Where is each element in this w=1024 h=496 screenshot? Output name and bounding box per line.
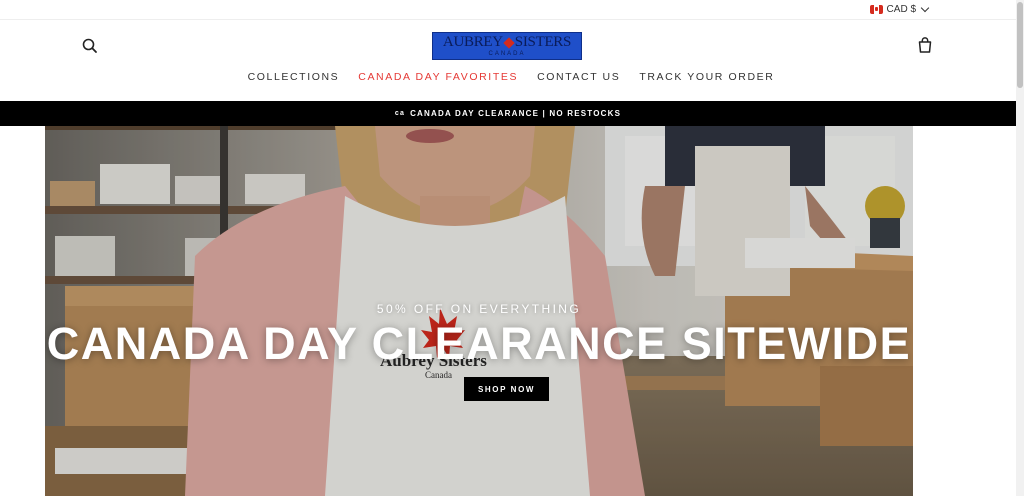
currency-selector[interactable]: CAD $ bbox=[869, 3, 930, 15]
currency-label: CAD $ bbox=[886, 4, 916, 15]
hero-eyebrow: 50% OFF ON EVERYTHING bbox=[376, 302, 582, 316]
announcement-bar[interactable]: ca CANADA DAY CLEARANCE | NO RESTOCKS bbox=[0, 101, 1016, 126]
nav-canada-day-favorites[interactable]: CANADA DAY FAVORITES bbox=[358, 71, 518, 83]
logo-word-left: AUBREY bbox=[442, 34, 503, 50]
main-navigation: COLLECTIONS CANADA DAY FAVORITES CONTACT… bbox=[0, 71, 1016, 83]
shop-now-button[interactable]: SHOP NOW bbox=[464, 377, 549, 401]
logo-word-right: SISTERS bbox=[514, 34, 572, 50]
cart-icon bbox=[918, 37, 932, 53]
page-scrollbar[interactable] bbox=[1016, 0, 1024, 496]
nav-collections[interactable]: COLLECTIONS bbox=[248, 71, 340, 83]
hero-content: 50% OFF ON EVERYTHING CANADA DAY CLEARAN… bbox=[45, 126, 913, 496]
maple-leaf-icon bbox=[503, 36, 515, 49]
hero-headline: CANADA DAY CLEARANCE SITEWIDE bbox=[46, 318, 912, 369]
logo-subtitle: CANADA bbox=[488, 51, 526, 57]
cart-button[interactable] bbox=[916, 36, 934, 54]
site-logo[interactable]: AUBREY SISTERS CANADA bbox=[432, 32, 582, 60]
utility-bar: CAD $ bbox=[0, 0, 1016, 20]
announcement-prefix: ca bbox=[394, 110, 406, 117]
announcement-text: CANADA DAY CLEARANCE | NO RESTOCKS bbox=[410, 109, 622, 118]
chevron-down-icon bbox=[920, 3, 930, 13]
search-icon bbox=[82, 38, 97, 53]
canada-flag-icon bbox=[869, 5, 883, 14]
nav-track-your-order[interactable]: TRACK YOUR ORDER bbox=[639, 71, 774, 83]
search-button[interactable] bbox=[81, 37, 99, 55]
logo-wordmark: AUBREY SISTERS bbox=[443, 35, 571, 50]
site-header: AUBREY SISTERS CANADA COLLECTIONS CANADA… bbox=[0, 20, 1016, 101]
nav-contact-us[interactable]: CONTACT US bbox=[537, 71, 620, 83]
hero-banner: Aubrey Sisters Canada 50% OFF ON EVERYTH… bbox=[45, 126, 913, 496]
scrollbar-thumb[interactable] bbox=[1017, 2, 1023, 88]
